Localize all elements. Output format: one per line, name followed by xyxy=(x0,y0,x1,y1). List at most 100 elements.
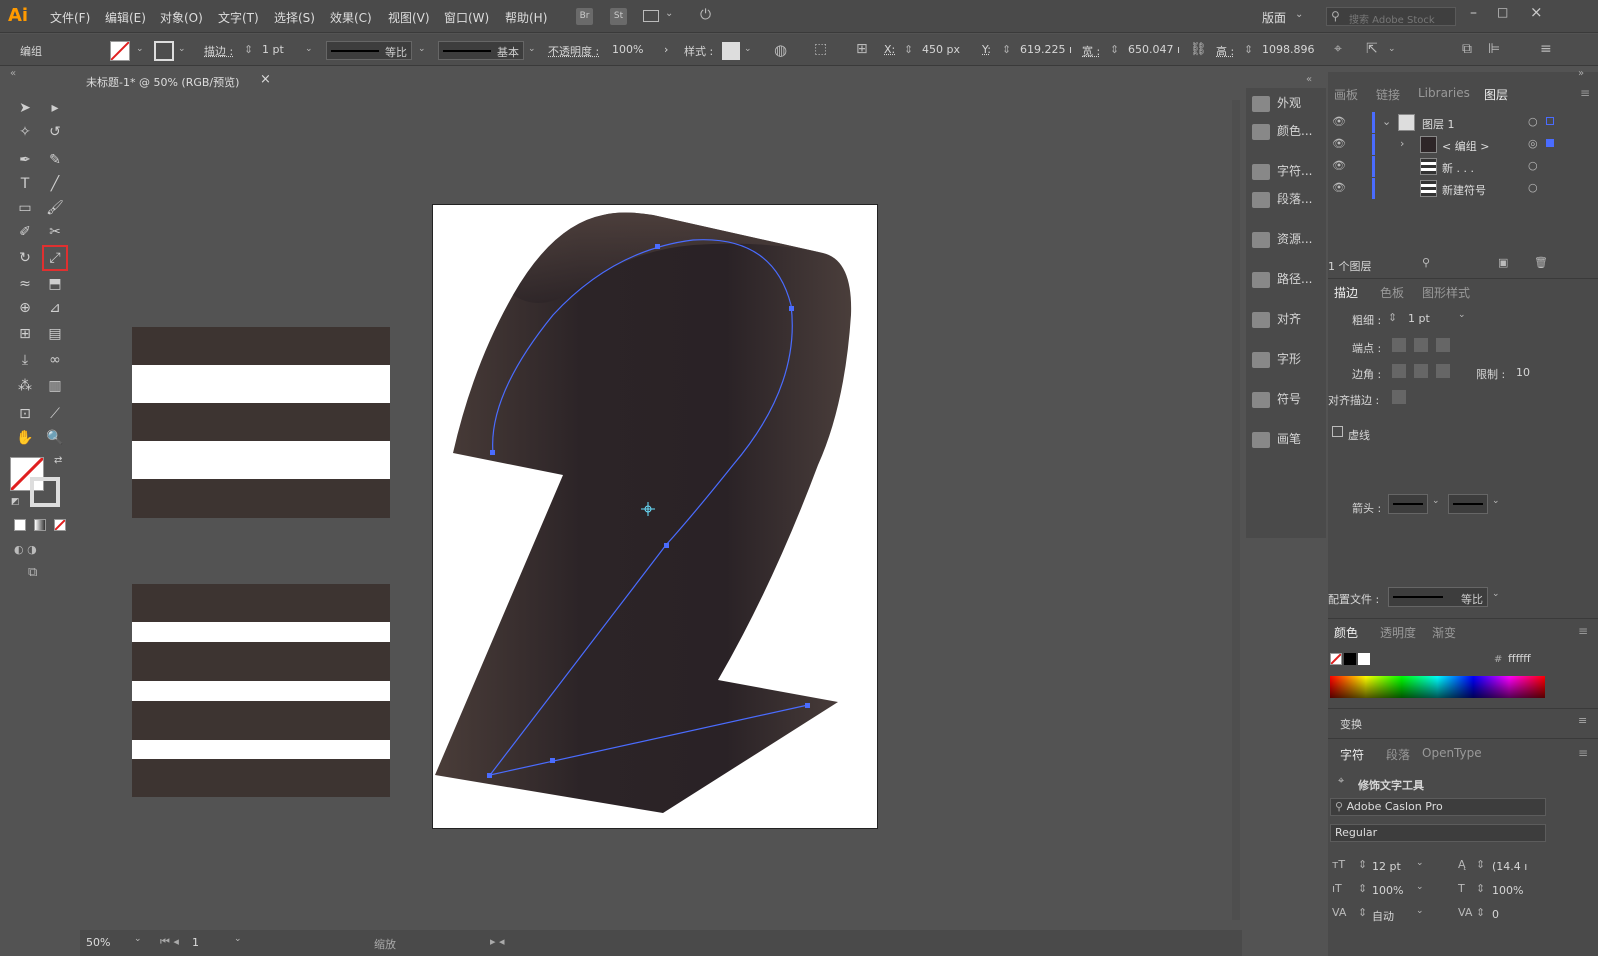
tab-swatches[interactable]: 色板 xyxy=(1380,284,1404,301)
delete-layer-icon[interactable]: 🗑 xyxy=(1534,256,1548,269)
shaper-tool-icon[interactable]: ✐ xyxy=(14,221,36,243)
stroke-label[interactable]: 描边 : xyxy=(204,43,233,59)
paintbrush-tool-icon[interactable]: 🖌 xyxy=(44,197,66,219)
pathfinder-panel-button[interactable]: 路径... xyxy=(1252,270,1324,292)
layer-name[interactable]: 新 . . . xyxy=(1442,160,1474,176)
chevron-down-icon[interactable]: ⌄ xyxy=(1416,882,1424,892)
width-spinner-icon[interactable]: ⇕ xyxy=(1110,43,1119,56)
bevel-join-icon[interactable] xyxy=(1436,364,1450,378)
tracking-spinner-icon[interactable]: ⇕ xyxy=(1476,906,1485,919)
chevron-down-icon[interactable]: ⌄ xyxy=(744,44,752,54)
chevron-down-icon[interactable]: ⌄ xyxy=(1388,44,1396,54)
leading-spinner-icon[interactable]: ⇕ xyxy=(1476,858,1485,871)
menu-select[interactable]: 选择(S) xyxy=(274,9,315,26)
panel-menu-icon[interactable]: ≡ xyxy=(1578,746,1588,760)
size-spinner-icon[interactable]: ⇕ xyxy=(1358,858,1367,871)
chevron-down-icon[interactable]: ⌄ xyxy=(1382,115,1391,128)
search-icon[interactable]: ⚲ xyxy=(1422,256,1430,269)
chevron-right-icon[interactable]: › xyxy=(664,43,668,56)
isolate-group-icon[interactable]: ⇱ xyxy=(1366,41,1378,57)
mesh-tool-icon[interactable]: ⊞ xyxy=(14,323,36,345)
weight-spinner-icon[interactable]: ⇕ xyxy=(1388,311,1397,324)
chevron-down-icon[interactable]: ⌄ xyxy=(234,934,242,944)
width-value[interactable]: 650.047 ı xyxy=(1128,43,1180,56)
end-arrowhead-select[interactable] xyxy=(1448,494,1488,514)
tab-graphic-styles[interactable]: 图形样式 xyxy=(1422,284,1470,301)
pen-tool-icon[interactable]: ✒ xyxy=(14,149,36,171)
swap-colors-icon[interactable]: ⇄ xyxy=(54,455,62,466)
artboard-number[interactable]: 1 xyxy=(192,936,199,949)
visibility-eye-icon[interactable]: 👁 xyxy=(1332,137,1346,150)
stroke-swatch[interactable] xyxy=(154,41,174,61)
chevron-down-icon[interactable]: ⌄ xyxy=(1492,589,1500,599)
new-layer-icon[interactable]: ▣ xyxy=(1498,256,1508,269)
scissors-tool-icon[interactable]: ✂ xyxy=(44,221,66,243)
menu-object[interactable]: 对象(O) xyxy=(160,9,203,26)
touch-type-tool-label[interactable]: 修饰文字工具 xyxy=(1358,777,1424,793)
hex-value[interactable]: ffffff xyxy=(1508,652,1531,665)
weight-value[interactable]: 1 pt xyxy=(1408,312,1430,325)
vscale-spinner-icon[interactable]: ⇕ xyxy=(1358,882,1367,895)
tab-libraries[interactable]: Libraries xyxy=(1418,86,1470,100)
artboard[interactable] xyxy=(432,204,878,829)
tab-artboards[interactable]: 画板 xyxy=(1334,86,1358,103)
font-size-value[interactable]: 12 pt xyxy=(1372,860,1401,873)
menu-type[interactable]: 文字(T) xyxy=(218,9,259,26)
anchor-point[interactable] xyxy=(655,244,660,249)
layer-name[interactable]: < 编组 > xyxy=(1442,138,1489,154)
tab-gradient[interactable]: 渐变 xyxy=(1432,624,1456,641)
shape-builder-tool-icon[interactable]: ⊕ xyxy=(14,297,36,319)
paragraph-panel-button[interactable]: 段落... xyxy=(1252,190,1324,212)
menu-help[interactable]: 帮助(H) xyxy=(505,9,547,26)
character-panel-button[interactable]: 字符... xyxy=(1252,162,1324,184)
chevron-right-icon[interactable]: › xyxy=(1400,137,1404,150)
round-join-icon[interactable] xyxy=(1414,364,1428,378)
first-artboard-icon[interactable]: ⏮ ◂ xyxy=(160,935,179,949)
chevron-down-icon[interactable]: ⌄ xyxy=(665,8,673,19)
transform-panel-title[interactable]: 变换 xyxy=(1340,716,1362,732)
align-center-icon[interactable] xyxy=(1392,390,1406,404)
gpu-performance-icon[interactable]: ⏻ xyxy=(700,7,711,23)
anchor-point[interactable] xyxy=(805,703,810,708)
anchor-point[interactable] xyxy=(550,758,555,763)
graphic-style-swatch[interactable] xyxy=(722,42,740,60)
menu-window[interactable]: 窗口(W) xyxy=(444,9,489,26)
layer-row[interactable]: 👁 新 . . . ○ xyxy=(1328,156,1598,177)
none-mode-icon[interactable] xyxy=(54,519,66,531)
chevron-down-icon[interactable]: ⌄ xyxy=(136,44,144,54)
symbols-panel-button[interactable]: 符号 xyxy=(1252,390,1324,412)
collapse-dock-icon[interactable]: « xyxy=(1306,74,1312,85)
column-graph-tool-icon[interactable]: ▥ xyxy=(44,375,66,397)
miter-join-icon[interactable] xyxy=(1392,364,1406,378)
chevron-down-icon[interactable]: ⌄ xyxy=(178,44,186,54)
arrange-icon[interactable]: ⧉ xyxy=(1462,41,1472,57)
warp-tool-icon[interactable]: ≈ xyxy=(14,273,36,295)
y-spinner-icon[interactable]: ⇕ xyxy=(1002,43,1011,56)
stroke-weight-value[interactable]: 1 pt xyxy=(262,43,284,56)
tab-paragraph[interactable]: 段落 xyxy=(1386,746,1410,763)
align-panel-button[interactable]: 对齐 xyxy=(1252,310,1324,332)
kerning-value[interactable]: 自动 xyxy=(1372,908,1394,924)
butt-cap-icon[interactable] xyxy=(1392,338,1406,352)
horizontal-scale-value[interactable]: 100% xyxy=(1492,884,1523,897)
chevron-down-icon[interactable]: ⌄ xyxy=(134,934,142,944)
panel-menu-icon[interactable]: ≡ xyxy=(1578,624,1588,638)
layer-name[interactable]: 新建符号 xyxy=(1442,182,1486,198)
selection-indicator[interactable] xyxy=(1546,117,1554,125)
layer-row[interactable]: 👁 新建符号 ○ xyxy=(1328,178,1598,199)
anchor-point[interactable] xyxy=(490,450,495,455)
chevron-down-icon[interactable]: ⌄ xyxy=(1492,496,1500,506)
fill-swatch[interactable] xyxy=(110,41,130,61)
color-mode-icon[interactable] xyxy=(14,519,26,531)
selection-indicator[interactable] xyxy=(1546,139,1554,147)
chevron-down-icon[interactable]: ⌄ xyxy=(1432,496,1440,506)
anchor-point[interactable] xyxy=(664,543,669,548)
round-cap-icon[interactable] xyxy=(1414,338,1428,352)
symbol-sprayer-tool-icon[interactable]: ⁂ xyxy=(14,375,36,397)
projecting-cap-icon[interactable] xyxy=(1436,338,1450,352)
stripe-block-narrow[interactable] xyxy=(132,584,390,797)
collapse-panels-icon[interactable]: » xyxy=(1578,68,1584,79)
visibility-eye-icon[interactable]: 👁 xyxy=(1332,115,1346,128)
tab-color[interactable]: 颜色 xyxy=(1334,624,1358,641)
panel-menu-icon[interactable]: ≡ xyxy=(1540,41,1552,57)
